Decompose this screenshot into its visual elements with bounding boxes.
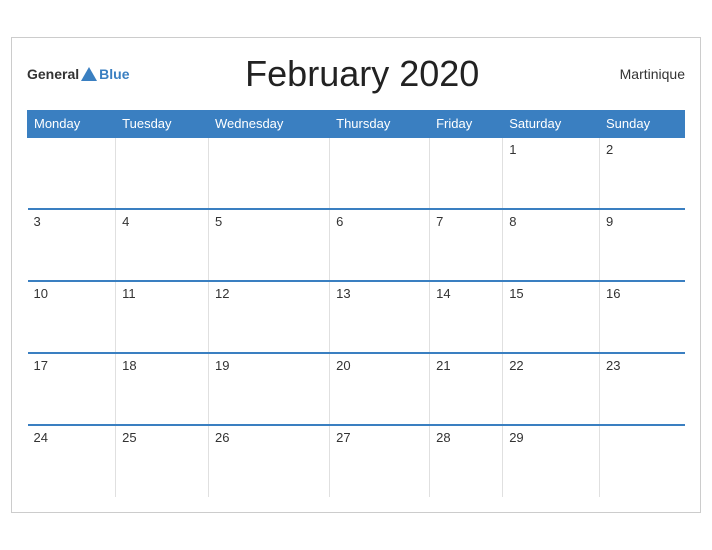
calendar-cell: 6 [330, 209, 430, 281]
calendar-cell: 9 [599, 209, 684, 281]
calendar-week-row-4: 24 25 26 27 28 29 [28, 425, 685, 497]
day-number: 23 [606, 358, 620, 373]
calendar-cell: 21 [430, 353, 503, 425]
day-number: 25 [122, 430, 136, 445]
day-number: 13 [336, 286, 350, 301]
calendar-cell: 26 [208, 425, 329, 497]
weekday-header-row: Monday Tuesday Wednesday Thursday Friday… [28, 111, 685, 138]
calendar-cell: 29 [503, 425, 600, 497]
calendar-cell: 14 [430, 281, 503, 353]
day-number: 8 [509, 214, 516, 229]
location-label: Martinique [595, 66, 685, 82]
logo-triangle-icon [81, 67, 97, 81]
day-number: 3 [34, 214, 41, 229]
calendar-cell [599, 425, 684, 497]
calendar-cell: 15 [503, 281, 600, 353]
calendar-cell: 3 [28, 209, 116, 281]
calendar-cell: 25 [116, 425, 209, 497]
day-number: 2 [606, 142, 613, 157]
calendar-cell: 28 [430, 425, 503, 497]
calendar-cell: 10 [28, 281, 116, 353]
day-number: 14 [436, 286, 450, 301]
calendar-cell: 23 [599, 353, 684, 425]
calendar-week-row-0: 12 [28, 137, 685, 209]
day-number: 4 [122, 214, 129, 229]
header-monday: Monday [28, 111, 116, 138]
day-number: 16 [606, 286, 620, 301]
header-wednesday: Wednesday [208, 111, 329, 138]
day-number: 11 [122, 286, 136, 301]
header-saturday: Saturday [503, 111, 600, 138]
day-number: 28 [436, 430, 450, 445]
calendar-cell: 11 [116, 281, 209, 353]
header-sunday: Sunday [599, 111, 684, 138]
calendar-cell: 16 [599, 281, 684, 353]
logo-blue: Blue [99, 66, 129, 82]
calendar-cell: 5 [208, 209, 329, 281]
calendar-table: Monday Tuesday Wednesday Thursday Friday… [27, 110, 685, 497]
calendar-cell: 7 [430, 209, 503, 281]
calendar-cell [28, 137, 116, 209]
calendar-header: General Blue February 2020 Martinique [27, 48, 685, 100]
day-number: 10 [34, 286, 48, 301]
day-number: 6 [336, 214, 343, 229]
calendar-cell: 1 [503, 137, 600, 209]
calendar-cell [430, 137, 503, 209]
calendar-cell: 20 [330, 353, 430, 425]
calendar-cell [208, 137, 329, 209]
day-number: 5 [215, 214, 222, 229]
calendar-title: February 2020 [129, 53, 595, 95]
calendar-cell: 19 [208, 353, 329, 425]
logo: General Blue [27, 66, 129, 82]
calendar-cell: 4 [116, 209, 209, 281]
header-friday: Friday [430, 111, 503, 138]
calendar-cell: 8 [503, 209, 600, 281]
day-number: 19 [215, 358, 229, 373]
calendar-cell [330, 137, 430, 209]
day-number: 24 [34, 430, 48, 445]
calendar-week-row-2: 10 11 12 13 14 15 16 [28, 281, 685, 353]
calendar-cell: 27 [330, 425, 430, 497]
day-number: 27 [336, 430, 350, 445]
day-number: 22 [509, 358, 523, 373]
calendar-cell: 18 [116, 353, 209, 425]
day-number: 1 [509, 142, 516, 157]
calendar-week-row-3: 17 18 19 20 21 22 23 [28, 353, 685, 425]
calendar-cell: 2 [599, 137, 684, 209]
logo-general: General [27, 66, 79, 82]
day-number: 17 [34, 358, 48, 373]
calendar-cell: 12 [208, 281, 329, 353]
day-number: 21 [436, 358, 450, 373]
day-number: 9 [606, 214, 613, 229]
day-number: 15 [509, 286, 523, 301]
calendar-container: General Blue February 2020 Martinique Mo… [11, 37, 701, 513]
day-number: 20 [336, 358, 350, 373]
day-number: 26 [215, 430, 229, 445]
calendar-cell: 17 [28, 353, 116, 425]
day-number: 12 [215, 286, 229, 301]
day-number: 7 [436, 214, 443, 229]
calendar-week-row-1: 3 4 5 6 7 8 9 [28, 209, 685, 281]
header-thursday: Thursday [330, 111, 430, 138]
calendar-cell [116, 137, 209, 209]
calendar-cell: 24 [28, 425, 116, 497]
calendar-cell: 13 [330, 281, 430, 353]
day-number: 29 [509, 430, 523, 445]
day-number: 18 [122, 358, 136, 373]
calendar-cell: 22 [503, 353, 600, 425]
header-tuesday: Tuesday [116, 111, 209, 138]
